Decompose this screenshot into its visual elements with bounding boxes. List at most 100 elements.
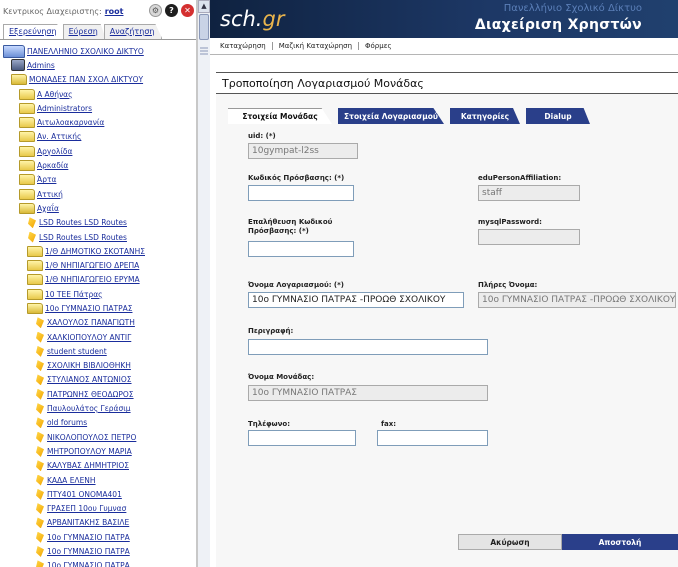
tab-categories[interactable]: Κατηγορίες bbox=[450, 108, 520, 124]
tree-node-label[interactable]: 1/Θ ΔΗΜΟΤΙΚΟ ΣΚΟΤΑΝΗΣ bbox=[45, 247, 145, 256]
tree-node[interactable]: 1/Θ ΝΗΠΙΑΓΩΓΕΙΟ ΕΡΥΜΑ bbox=[0, 273, 196, 287]
tree-node[interactable]: Administrators bbox=[0, 101, 196, 115]
tree-node-label[interactable]: Αργολίδα bbox=[37, 147, 72, 156]
submit-button[interactable]: Αποστολή bbox=[562, 534, 678, 550]
tree-node[interactable]: ΧΑΛΟΥΛΟΣ ΠΑΝΑΓΙΩΤΗ bbox=[0, 316, 196, 330]
tree-node[interactable]: ΠΤΥ401 ΟΝΟΜΑ401 bbox=[0, 487, 196, 501]
tree-node-label[interactable]: Αχαΐα bbox=[37, 204, 59, 213]
tree-node-label[interactable]: ΧΑΛΚΙΟΠΟΥΛΟΥ ΑΝΤΙΓ bbox=[47, 333, 131, 342]
settings-icon[interactable]: ⚙ bbox=[149, 4, 162, 17]
tree-node[interactable]: ΧΑΛΚΙΟΠΟΥΛΟΥ ΑΝΤΙΓ bbox=[0, 330, 196, 344]
tree-node[interactable]: Παυλουλάτος Γεράσιμ bbox=[0, 401, 196, 415]
tree-node-label[interactable]: ΠΑΤΡΩΝΗΣ ΘΕΟΔΩΡΟΣ bbox=[47, 390, 134, 399]
confirm-password-field[interactable] bbox=[248, 241, 354, 257]
tree-node[interactable]: Αργολίδα bbox=[0, 144, 196, 158]
tree-node[interactable]: ΑΡΒΑΝΙΤΑΚΗΣ ΒΑΣΙΛΕ bbox=[0, 516, 196, 530]
tree-node-label[interactable]: 10ο ΓΥΜΝΑΣΙΟ ΠΑΤΡΑ bbox=[47, 561, 130, 567]
scroll-up-icon[interactable]: ▲ bbox=[198, 0, 210, 13]
tree-node[interactable]: ΣΤΥΛΙΑΝΟΣ ΑΝΤΩΝΙΟΣ bbox=[0, 373, 196, 387]
tree-node-label[interactable]: 10ο ΓΥΜΝΑΣΙΟ ΠΑΤΡΑ bbox=[47, 547, 130, 556]
tree-node[interactable]: ΠΑΝΕΛΛΗΝΙΟ ΣΧΟΛΙΚΟ ΔΙΚΤΥΟ bbox=[0, 44, 196, 58]
tree-node[interactable]: ΝΙΚΟΛΟΠΟΥΛΟΣ ΠΕΤΡΟ bbox=[0, 430, 196, 444]
menu-item-register[interactable]: Καταχώρηση bbox=[214, 42, 273, 50]
tree-node[interactable]: ΠΑΤΡΩΝΗΣ ΘΕΟΔΩΡΟΣ bbox=[0, 387, 196, 401]
phone-field[interactable] bbox=[248, 430, 356, 446]
admin-username-link[interactable]: root bbox=[105, 7, 124, 16]
description-field[interactable] bbox=[248, 339, 488, 355]
tree-node-label[interactable]: ΣΤΥΛΙΑΝΟΣ ΑΝΤΩΝΙΟΣ bbox=[47, 375, 132, 384]
tree-node[interactable]: 1/Θ ΝΗΠΙΑΓΩΓΕΙΟ ΔΡΕΠΑ bbox=[0, 258, 196, 272]
tree-node-label[interactable]: LSD Routes LSD Routes bbox=[39, 233, 127, 242]
tree-node[interactable]: 10ο ΓΥΜΝΑΣΙΟ ΠΑΤΡΑΣ bbox=[0, 301, 196, 315]
tab-search[interactable]: Αναζήτηση bbox=[103, 24, 163, 39]
tree-node-label[interactable]: ΜΟΝΑΔΕΣ ΠΑΝ ΣΧΟΛ ΔΙΚΤΥΟΥ bbox=[29, 75, 143, 84]
tree-node[interactable]: 10 ΤΕΕ Πάτρας bbox=[0, 287, 196, 301]
tab-explore[interactable]: Εξερεύνηση bbox=[3, 24, 65, 39]
uid-field[interactable]: 10gympat-l2ss bbox=[248, 143, 358, 159]
tree-node[interactable]: LSD Routes LSD Routes bbox=[0, 230, 196, 244]
tab-account-details[interactable]: Στοιχεία Λογαριασμού bbox=[338, 108, 444, 124]
tree-node[interactable]: ΓΡΑΣΕΠ 10ου Γυμνασ bbox=[0, 502, 196, 516]
tree-node-label[interactable]: ΧΑΛΟΥΛΟΣ ΠΑΝΑΓΙΩΤΗ bbox=[47, 318, 135, 327]
tree-node-label[interactable]: ΑΡΒΑΝΙΤΑΚΗΣ ΒΑΣΙΛΕ bbox=[47, 518, 129, 527]
tree-node[interactable]: ΣΧΟΛΙΚΗ ΒΙΒΛΙΟΘΗΚΗ bbox=[0, 359, 196, 373]
tree-node-label[interactable]: ΠΤΥ401 ΟΝΟΜΑ401 bbox=[47, 490, 122, 499]
tree-node-label[interactable]: ΝΙΚΟΛΟΠΟΥΛΟΣ ΠΕΤΡΟ bbox=[47, 433, 136, 442]
tree-node[interactable]: Αττική bbox=[0, 187, 196, 201]
tree-node[interactable]: ΜΗΤΡΟΠΟΥΛΟΥ ΜΑΡΙΑ bbox=[0, 444, 196, 458]
tree-node-label[interactable]: 1/Θ ΝΗΠΙΑΓΩΓΕΙΟ ΔΡΕΠΑ bbox=[45, 261, 139, 270]
tree-node-label[interactable]: 10ο ΓΥΜΝΑΣΙΟ ΠΑΤΡΑΣ bbox=[45, 304, 132, 313]
tree-node[interactable]: 1/Θ ΔΗΜΟΤΙΚΟ ΣΚΟΤΑΝΗΣ bbox=[0, 244, 196, 258]
tree-node[interactable]: Αιτωλοακαρνανία bbox=[0, 115, 196, 129]
tree-node[interactable]: Άρτα bbox=[0, 173, 196, 187]
tree-node[interactable]: ΚΑΛΥΒΑΣ ΔΗΜΗΤΡΙΟΣ bbox=[0, 459, 196, 473]
tree-node-label[interactable]: old forums bbox=[47, 418, 87, 427]
tree-node[interactable]: ΚΑΔΑ ΕΛΕΝΗ bbox=[0, 473, 196, 487]
tree-scrollbar[interactable]: ▲ bbox=[197, 0, 210, 567]
tree-node[interactable]: LSD Routes LSD Routes bbox=[0, 216, 196, 230]
tree-node[interactable]: Admins bbox=[0, 58, 196, 72]
account-name-field[interactable]: 10ο ΓΥΜΝΑΣΙΟ ΠΑΤΡΑΣ -ΠΡΟΩΘ ΣΧΟΛΙΚΟΥ bbox=[248, 292, 464, 308]
tree-node[interactable]: Αν. Αττικής bbox=[0, 130, 196, 144]
tree-node-label[interactable]: Άρτα bbox=[37, 175, 56, 184]
tab-dialup[interactable]: Dialup bbox=[526, 108, 590, 124]
tree-node[interactable]: 10ο ΓΥΜΝΑΣΙΟ ΠΑΤΡΑ bbox=[0, 530, 196, 544]
menu-item-bulk-register[interactable]: Μαζική Καταχώρηση bbox=[273, 42, 360, 50]
scroll-thumb[interactable] bbox=[199, 14, 209, 40]
tree-node-label[interactable]: Α Αθήνας bbox=[37, 90, 73, 99]
help-icon[interactable]: ? bbox=[165, 4, 178, 17]
affiliation-field[interactable]: staff bbox=[478, 185, 580, 201]
unit-name-field[interactable]: 10ο ΓΥΜΝΑΣΙΟ ΠΑΤΡΑΣ bbox=[248, 385, 488, 401]
tree-node-label[interactable]: ΚΑΔΑ ΕΛΕΝΗ bbox=[47, 476, 96, 485]
mysql-password-field[interactable] bbox=[478, 229, 580, 245]
cancel-button[interactable]: Ακύρωση bbox=[458, 534, 562, 550]
tree-node-label[interactable]: 1/Θ ΝΗΠΙΑΓΩΓΕΙΟ ΕΡΥΜΑ bbox=[45, 275, 140, 284]
tree-node[interactable]: Αχαΐα bbox=[0, 201, 196, 215]
tree-node-label[interactable]: ΠΑΝΕΛΛΗΝΙΟ ΣΧΟΛΙΚΟ ΔΙΚΤΥΟ bbox=[27, 47, 144, 56]
tree-node-label[interactable]: Αιτωλοακαρνανία bbox=[37, 118, 104, 127]
password-field[interactable] bbox=[248, 185, 354, 201]
full-name-field[interactable]: 10ο ΓΥΜΝΑΣΙΟ ΠΑΤΡΑΣ -ΠΡΟΩΘ ΣΧΟΛΙΚΟΥ bbox=[478, 292, 676, 308]
tree-node-label[interactable]: Administrators bbox=[37, 104, 92, 113]
tree-node[interactable]: 10ο ΓΥΜΝΑΣΙΟ ΠΑΤΡΑ bbox=[0, 544, 196, 558]
tree-node[interactable]: student student bbox=[0, 344, 196, 358]
tab-find[interactable]: Εύρεση bbox=[62, 24, 106, 39]
close-icon[interactable]: ✕ bbox=[181, 4, 194, 17]
menu-item-forms[interactable]: Φόρμες bbox=[359, 42, 398, 50]
tree-node[interactable]: ΜΟΝΑΔΕΣ ΠΑΝ ΣΧΟΛ ΔΙΚΤΥΟΥ bbox=[0, 73, 196, 87]
tree-node-label[interactable]: Αρκαδία bbox=[37, 161, 68, 170]
tab-unit-details[interactable]: Στοιχεία Μονάδας bbox=[228, 108, 332, 124]
fax-field[interactable] bbox=[377, 430, 488, 446]
tree-node-label[interactable]: ΜΗΤΡΟΠΟΥΛΟΥ ΜΑΡΙΑ bbox=[47, 447, 132, 456]
tree-node[interactable]: old forums bbox=[0, 416, 196, 430]
tree-node-label[interactable]: Αν. Αττικής bbox=[37, 132, 81, 141]
tree-node[interactable]: 10ο ΓΥΜΝΑΣΙΟ ΠΑΤΡΑ bbox=[0, 559, 196, 567]
tree-node-label[interactable]: LSD Routes LSD Routes bbox=[39, 218, 127, 227]
tree-node-label[interactable]: 10ο ΓΥΜΝΑΣΙΟ ΠΑΤΡΑ bbox=[47, 533, 130, 542]
tree-node-label[interactable]: ΓΡΑΣΕΠ 10ου Γυμνασ bbox=[47, 504, 126, 513]
tree-node-label[interactable]: ΣΧΟΛΙΚΗ ΒΙΒΛΙΟΘΗΚΗ bbox=[47, 361, 131, 370]
tree-node-label[interactable]: Παυλουλάτος Γεράσιμ bbox=[47, 404, 131, 413]
tree-node-label[interactable]: Αττική bbox=[37, 190, 63, 199]
tree-node-label[interactable]: Admins bbox=[27, 61, 55, 70]
tree-node[interactable]: Αρκαδία bbox=[0, 158, 196, 172]
